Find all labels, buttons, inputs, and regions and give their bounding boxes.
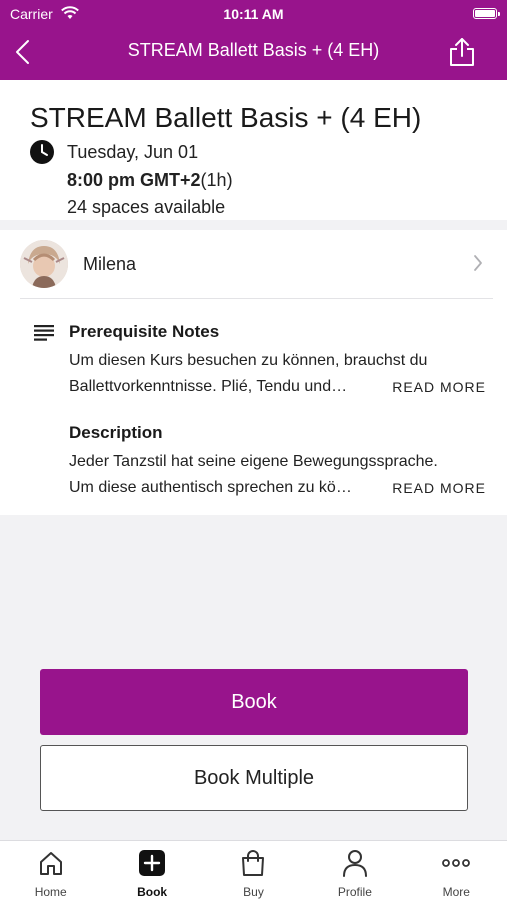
battery-icon (473, 8, 500, 19)
clock-icon (30, 140, 54, 169)
book-plus-icon (139, 850, 166, 876)
prerequisite-read-more-link[interactable]: READ MORE (392, 379, 486, 395)
tab-buy-label: Buy (243, 885, 264, 899)
status-bar: Carrier 10:11 AM (0, 0, 507, 28)
class-time-line: 8:00 pm GMT+2(1h) (67, 170, 233, 191)
tab-home[interactable]: Home (0, 841, 101, 901)
status-time: 10:11 AM (223, 6, 284, 22)
tab-profile[interactable]: Profile (304, 841, 405, 901)
class-duration: (1h) (200, 170, 233, 190)
share-icon (450, 38, 474, 66)
share-button[interactable] (447, 36, 477, 68)
description-text-line2: Um diese authentisch sprechen zu kö… (69, 479, 352, 496)
section-divider (0, 220, 507, 230)
description-text-line1: Jeder Tanzstil hat seine eigene Bewegung… (69, 453, 438, 470)
class-info-section: Milena Prerequisite Notes Um diesen Kurs… (0, 230, 507, 515)
tab-buy[interactable]: Buy (203, 841, 304, 901)
tab-book-label: Book (137, 885, 168, 899)
prerequisite-text-line1: Um diesen Kurs besuchen zu können, brauc… (69, 352, 428, 369)
prerequisite-text-line2: Ballettvorkenntnisse. Plié, Tendu und… (69, 378, 348, 395)
home-icon (39, 852, 62, 875)
tab-more[interactable]: More (406, 841, 507, 901)
book-multiple-button[interactable]: Book Multiple (40, 745, 468, 811)
notes-icon (34, 325, 54, 346)
teacher-name: Milena (83, 254, 137, 274)
teacher-row[interactable]: Milena (20, 230, 493, 299)
tab-more-label: More (442, 885, 470, 899)
class-time: 8:00 pm GMT+2 (67, 170, 201, 190)
back-button[interactable] (10, 36, 38, 68)
tab-home-label: Home (34, 885, 67, 899)
description-read-more-link[interactable]: READ MORE (392, 480, 486, 496)
nav-title: STREAM Ballett Basis + (4 EH) (127, 40, 380, 60)
tab-bar: Home Book Buy Profile More (0, 840, 507, 901)
profile-icon (342, 850, 367, 877)
book-button[interactable]: Book (40, 669, 468, 735)
spaces-available: 24 spaces available (67, 197, 226, 217)
chevron-right-icon (473, 254, 483, 277)
tab-profile-label: Profile (337, 885, 372, 899)
chevron-left-icon (16, 40, 29, 64)
prerequisite-label: Prerequisite Notes (69, 322, 220, 341)
tab-book[interactable]: Book (101, 841, 202, 901)
app-header: Carrier 10:11 AM STREAM Ballett Basis + … (0, 0, 507, 80)
description-label: Description (69, 423, 163, 442)
shopping-bag-icon (242, 850, 265, 876)
class-date: Tuesday, Jun 01 (67, 142, 199, 162)
avatar (20, 240, 68, 288)
class-title: STREAM Ballett Basis + (4 EH) (30, 102, 422, 133)
more-icon (442, 859, 471, 867)
